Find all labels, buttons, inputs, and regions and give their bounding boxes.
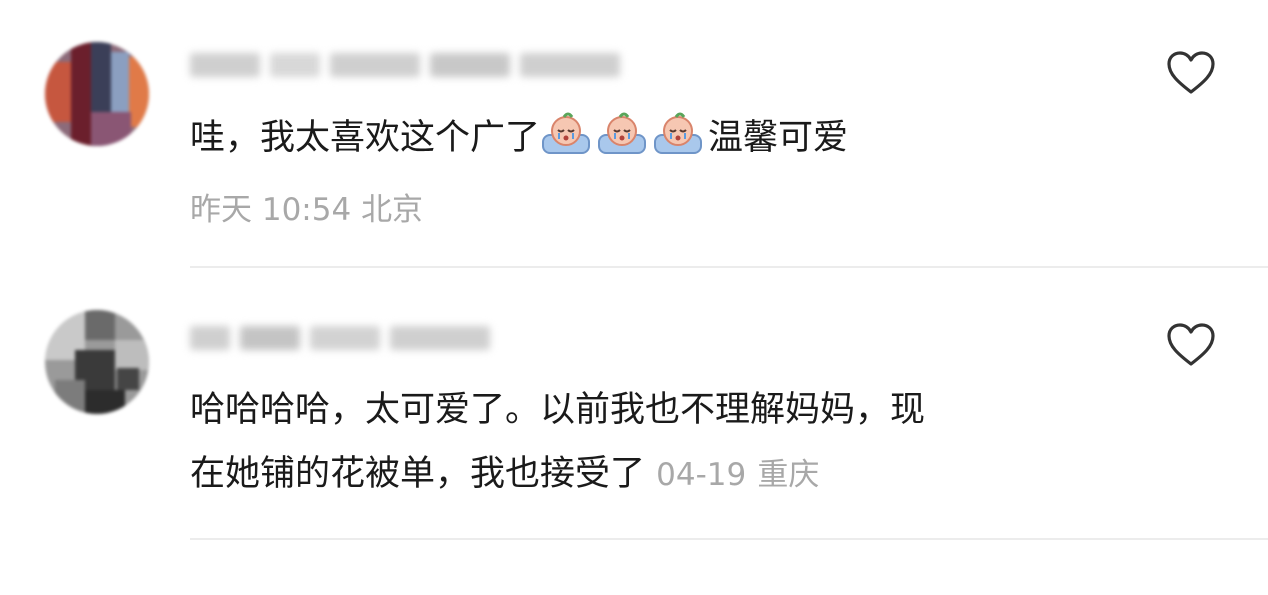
avatar[interactable] <box>45 310 149 414</box>
username-blurred[interactable] <box>190 318 490 358</box>
comment-time: 昨天 10:54 <box>190 192 352 228</box>
comment-text-line2: 在她铺的花被单，我也接受了 <box>190 454 646 494</box>
comment-text: 哈哈哈哈，太可爱了。以前我也不理解妈妈，现 <box>190 382 925 438</box>
comment-text-line1: 哈哈哈哈，太可爱了。以前我也不理解妈妈，现 <box>190 390 926 430</box>
comment-date: 04-19 <box>656 457 747 493</box>
comment-meta: 昨天 10:54 北京 <box>190 184 423 229</box>
divider <box>190 266 1268 268</box>
heart-outline-icon[interactable] <box>1166 322 1216 368</box>
comment-text-line2-row: 在她铺的花被单，我也接受了 04-19 重庆 <box>190 446 819 503</box>
username-blurred[interactable] <box>190 45 620 85</box>
heart-outline-icon[interactable] <box>1166 50 1216 96</box>
crying-baby-emoji-icon <box>654 112 703 154</box>
crying-baby-emoji-icon <box>542 112 591 154</box>
comment-location: 北京 <box>361 192 424 228</box>
comment-text-after: 温馨可爱 <box>708 118 849 158</box>
divider <box>190 538 1268 540</box>
avatar[interactable] <box>45 42 149 146</box>
comment-text: 哇，我太喜欢这个广了 温馨可爱 <box>190 110 848 166</box>
comment-location: 重庆 <box>757 457 820 493</box>
crying-baby-emoji-icon <box>598 112 647 154</box>
comment-text-before: 哇，我太喜欢这个广了 <box>190 118 541 158</box>
